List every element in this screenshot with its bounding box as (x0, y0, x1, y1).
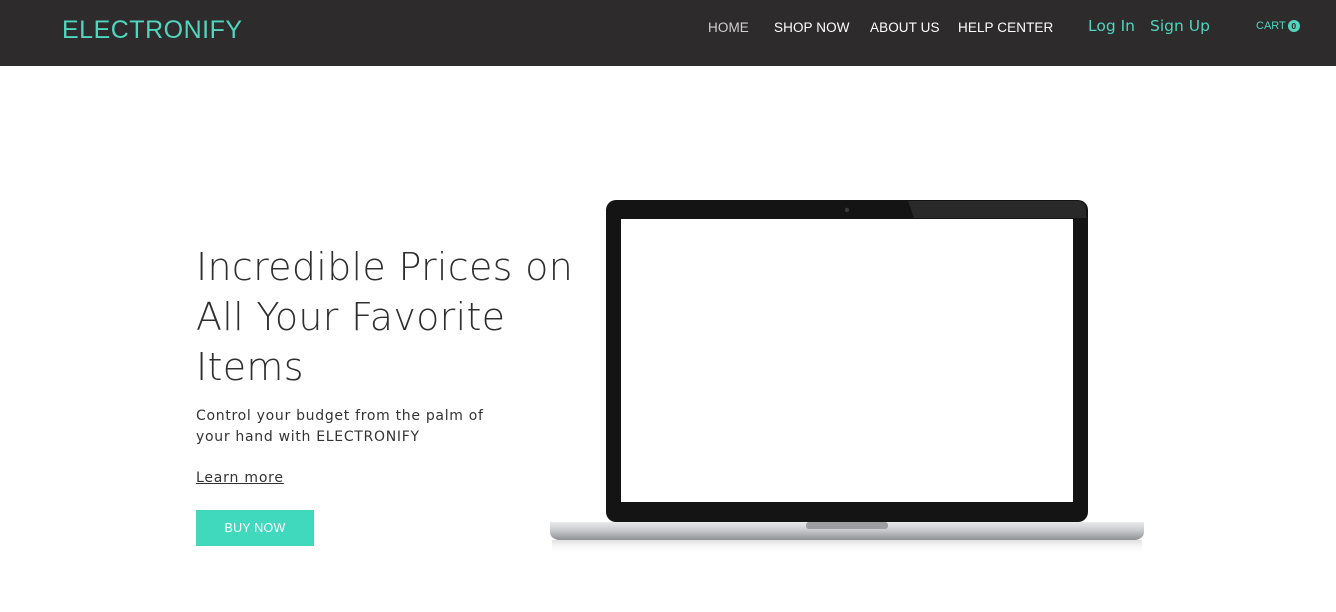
laptop-screen (621, 219, 1073, 502)
hero-heading: Incredible Prices on All Your Favorite I… (196, 242, 586, 392)
camera-icon (844, 207, 850, 213)
laptop-shadow (552, 540, 1142, 554)
learn-more-link[interactable]: Learn more (196, 470, 284, 486)
hero-heading-line: All Your Favorite (196, 295, 506, 339)
cart-button[interactable]: CART 0 (1256, 20, 1300, 32)
hero-subtitle-line: your hand with ELECTRONIFY (196, 429, 420, 445)
laptop-image (550, 200, 1144, 554)
nav-about-us[interactable]: ABOUT US (870, 20, 940, 35)
site-logo[interactable]: ELECTRONIFY (62, 16, 243, 45)
laptop-notch (806, 522, 888, 529)
nav-home[interactable]: HOME (708, 20, 749, 35)
nav-shop-now[interactable]: SHOP NOW (774, 20, 850, 35)
nav-help-center[interactable]: HELP CENTER (958, 20, 1053, 35)
cart-count-badge: 0 (1287, 20, 1300, 32)
hero-heading-line: Incredible Prices on (196, 245, 574, 289)
laptop-bezel-glare (908, 201, 1086, 218)
cart-label: CART (1256, 20, 1286, 32)
hero-subtitle-line: Control your budget from the palm of (196, 408, 484, 424)
signup-link[interactable]: Sign Up (1150, 17, 1210, 35)
login-link[interactable]: Log In (1088, 17, 1135, 35)
hero-subtitle: Control your budget from the palm of you… (196, 406, 496, 448)
buy-now-button[interactable]: BUY NOW (196, 510, 314, 546)
hero-heading-line: Items (196, 345, 304, 389)
top-navigation-bar: ELECTRONIFY HOME SHOP NOW ABOUT US HELP … (0, 0, 1336, 66)
